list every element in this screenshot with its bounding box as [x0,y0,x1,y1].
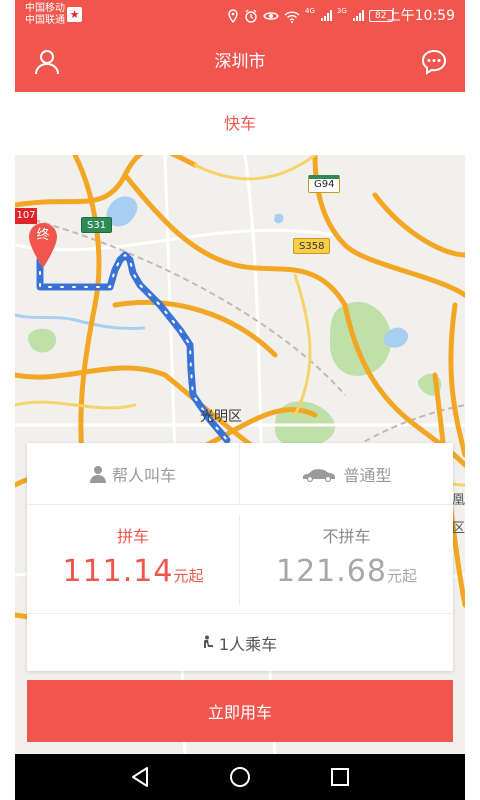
book-now-button[interactable]: 立即用车 [27,680,453,742]
back-icon[interactable] [128,765,152,789]
alarm-icon [245,9,257,23]
no-carpool-option[interactable]: 不拼车 121.68元起 [240,505,453,613]
system-nav-bar [15,754,465,800]
carpool-price-value: 111.14 [62,554,174,589]
road-shield-s31: S31 [81,217,113,233]
carrier-info: 中国移动 中国联通 [25,3,65,27]
carrier-2: 中国联通 [25,15,65,26]
network-label-1: 4G [305,7,315,15]
map-edge-label-2: 区 [451,521,465,536]
person-icon [89,466,106,483]
app-header: 深圳市 [15,32,465,92]
signal-icon-2 [352,10,364,21]
city-title[interactable]: 深圳市 [15,50,465,74]
app-screen: 中国移动 中国联通 ★ 4G 3G 82 上午10:59 深圳市 快车 107 … [15,0,465,800]
passenger-count-label: 1人乘车 [218,634,278,654]
passenger-count-button[interactable]: 1人乘车 [27,613,453,671]
car-icon [303,469,336,482]
carrier-1: 中国移动 [25,3,65,14]
options-row: 帮人叫车 普通型 [27,443,453,505]
carpool-option[interactable]: 拼车 111.14元起 [27,505,239,613]
road-shield-s358: S358 [293,238,331,254]
network-label-2: 3G [336,7,347,15]
no-carpool-price-unit: 元起 [386,567,417,585]
seated-person-icon [203,635,213,648]
booking-card: 帮人叫车 普通型 拼车 111.14元起 不拼车 121.68元起 1人乘车 [27,443,453,671]
carpool-price: 111.14元起 [27,553,239,591]
carpool-price-unit: 元起 [173,567,204,585]
district-label: 光明区 [200,409,242,425]
end-marker[interactable]: 终 [27,222,59,270]
car-type-label: 普通型 [343,466,392,485]
wifi-icon [284,10,300,23]
end-marker-label: 终 [36,228,50,243]
car-type-button[interactable]: 普通型 [240,443,453,505]
road-shield-g94: G94 [308,175,341,193]
no-carpool-title: 不拼车 [322,527,371,546]
carpool-title: 拼车 [116,527,149,546]
no-carpool-price: 121.68元起 [240,553,453,591]
no-carpool-price-value: 121.68 [276,554,387,589]
eye-icon [263,12,279,20]
clock: 上午10:59 [386,8,455,24]
home-icon[interactable] [228,765,252,789]
call-for-others-button[interactable]: 帮人叫车 [27,443,239,505]
recents-icon[interactable] [328,765,352,789]
system-icons: 4G 3G 82 [227,7,393,25]
tab-express[interactable]: 快车 [15,113,465,135]
call-for-others-label: 帮人叫车 [111,466,176,485]
signal-icon [320,10,332,21]
location-icon [228,9,238,23]
star-icon: ★ [67,7,82,22]
service-tabs: 快车 [15,92,465,155]
message-icon[interactable] [420,48,448,76]
status-bar: 中国移动 中国联通 ★ 4G 3G 82 上午10:59 [15,0,465,32]
